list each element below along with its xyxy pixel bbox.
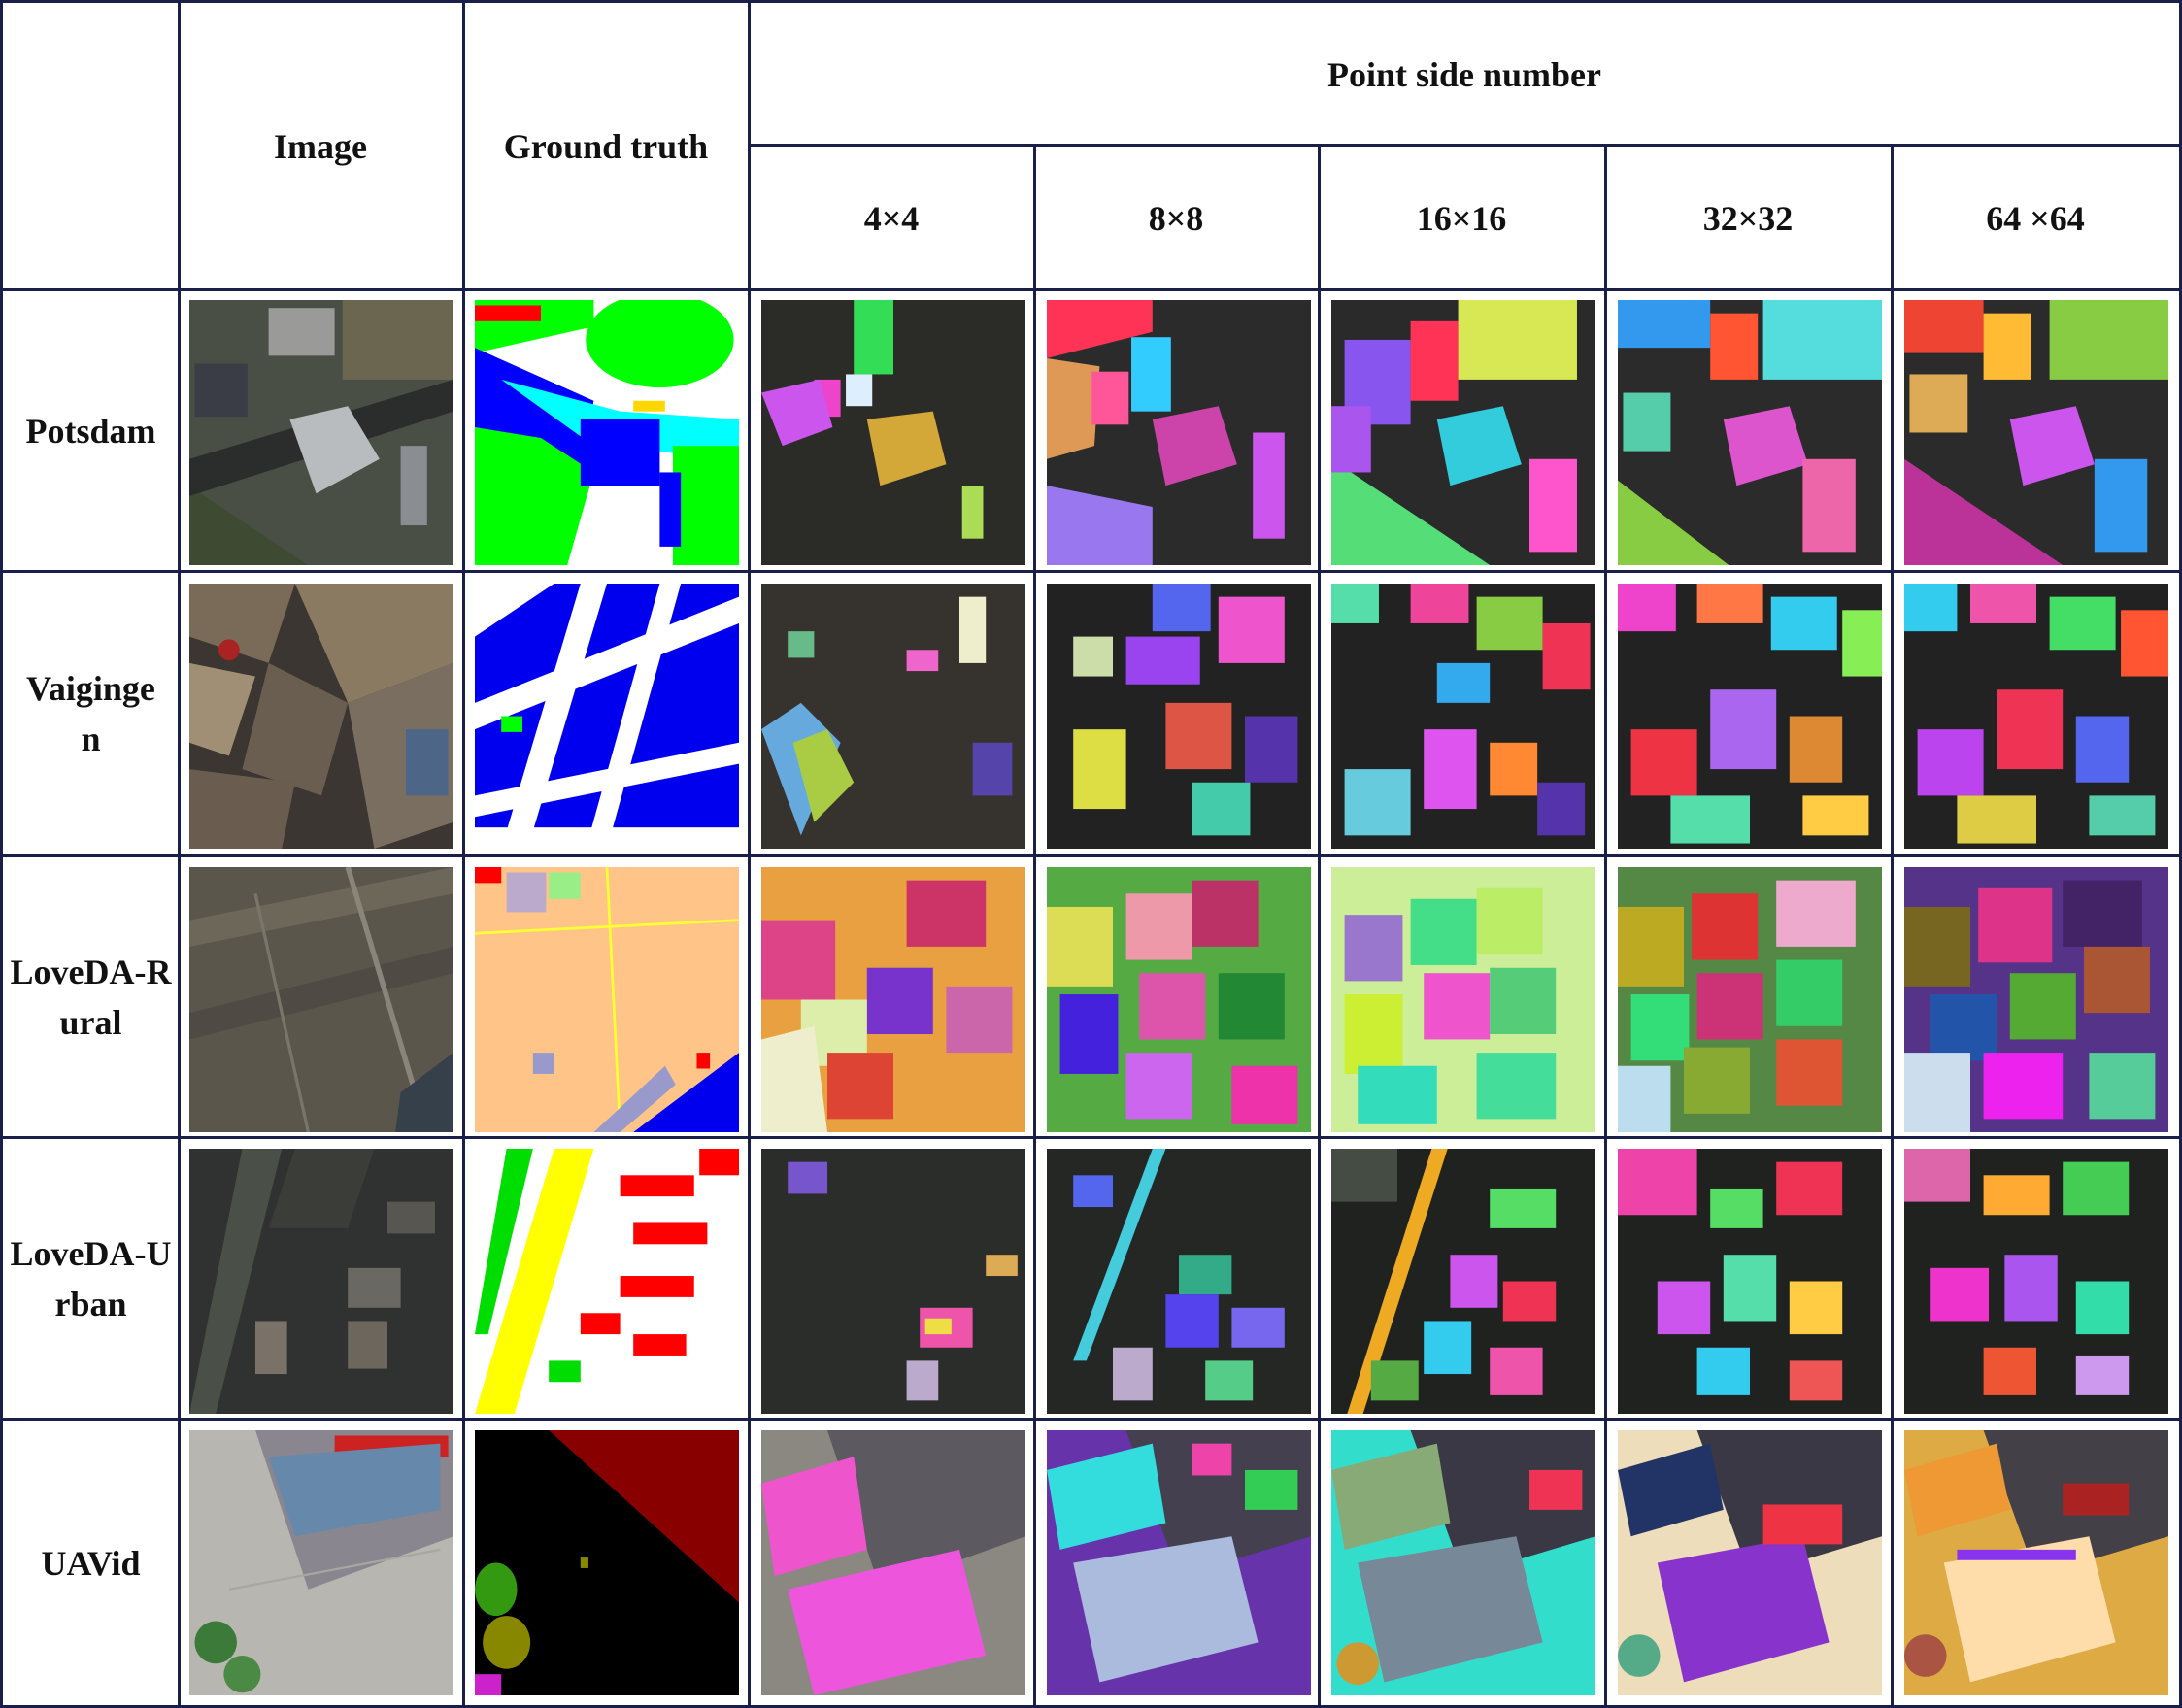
loveda-urban-4x4: [761, 1149, 1025, 1414]
row-divider: [0, 1136, 2182, 1139]
uavid-4x4: [761, 1430, 1025, 1695]
size-header-8x8: 8×8: [1148, 199, 1204, 238]
ground-truth-column-header: Ground truth: [503, 127, 709, 166]
uavid-64x64: [1904, 1430, 2168, 1695]
column-divider: [1318, 144, 1321, 1708]
uavid-32x32: [1618, 1430, 1882, 1695]
row-divider: [0, 570, 2182, 573]
potsdam-4x4: [761, 300, 1025, 565]
loveda-rural-ground-truth: [475, 867, 739, 1132]
size-header-4x4: 4×4: [863, 199, 920, 238]
row-divider: [0, 1418, 2182, 1421]
vaihingen-ground-truth: [475, 584, 739, 849]
column-divider: [748, 0, 751, 1708]
loveda-rural-64x64: [1904, 867, 2168, 1132]
vaihingen-32x32: [1618, 584, 1882, 849]
column-divider: [462, 0, 465, 1708]
potsdam-64x64: [1904, 300, 2168, 565]
point-side-number-header: Point side number: [1326, 54, 1602, 94]
column-divider: [1033, 144, 1036, 1708]
vaihingen-8x8: [1047, 584, 1311, 849]
row-label-vaihingen: Vaiginge n: [26, 669, 155, 758]
loveda-urban-ground-truth: [475, 1149, 739, 1414]
row-label-loveda-urban: LoveDA-Urban: [10, 1233, 172, 1323]
loveda-rural-32x32: [1618, 867, 1882, 1132]
column-divider: [1604, 144, 1607, 1708]
size-header-16x16: 16×16: [1416, 199, 1507, 238]
potsdam-16x16: [1331, 300, 1595, 565]
loveda-rural-image: [189, 867, 453, 1132]
loveda-rural-4x4: [761, 867, 1025, 1132]
potsdam-image: [189, 300, 453, 565]
potsdam-8x8: [1047, 300, 1311, 565]
loveda-urban-image: [189, 1149, 453, 1414]
loveda-urban-64x64: [1904, 1149, 2168, 1414]
uavid-ground-truth: [475, 1430, 739, 1695]
size-header-32x32: 32×32: [1702, 199, 1794, 238]
vaihingen-4x4: [761, 584, 1025, 849]
results-figure: Image Ground truth Point side number 4×4…: [0, 0, 2182, 1708]
image-column-header: Image: [274, 127, 367, 166]
table-border-top: [0, 0, 2182, 3]
row-label-uavid: UAVid: [41, 1543, 141, 1583]
row-label-potsdam: Potsdam: [25, 411, 156, 451]
uavid-8x8: [1047, 1430, 1311, 1695]
vaihingen-image: [189, 584, 453, 849]
loveda-rural-8x8: [1047, 867, 1311, 1132]
header-subdivider: [748, 144, 2182, 147]
potsdam-32x32: [1618, 300, 1882, 565]
row-divider: [0, 854, 2182, 857]
size-header-64x64: 64 ×64: [1986, 199, 2085, 238]
column-divider: [1891, 144, 1894, 1708]
row-divider: [0, 288, 2182, 291]
loveda-urban-8x8: [1047, 1149, 1311, 1414]
uavid-16x16: [1331, 1430, 1595, 1695]
loveda-urban-16x16: [1331, 1149, 1595, 1414]
uavid-image: [189, 1430, 453, 1695]
loveda-urban-32x32: [1618, 1149, 1882, 1414]
loveda-rural-16x16: [1331, 867, 1595, 1132]
potsdam-ground-truth: [475, 300, 739, 565]
row-label-loveda-rural: LoveDA-Rural: [10, 952, 172, 1042]
vaihingen-64x64: [1904, 584, 2168, 849]
vaihingen-16x16: [1331, 584, 1595, 849]
column-divider: [178, 0, 181, 1708]
